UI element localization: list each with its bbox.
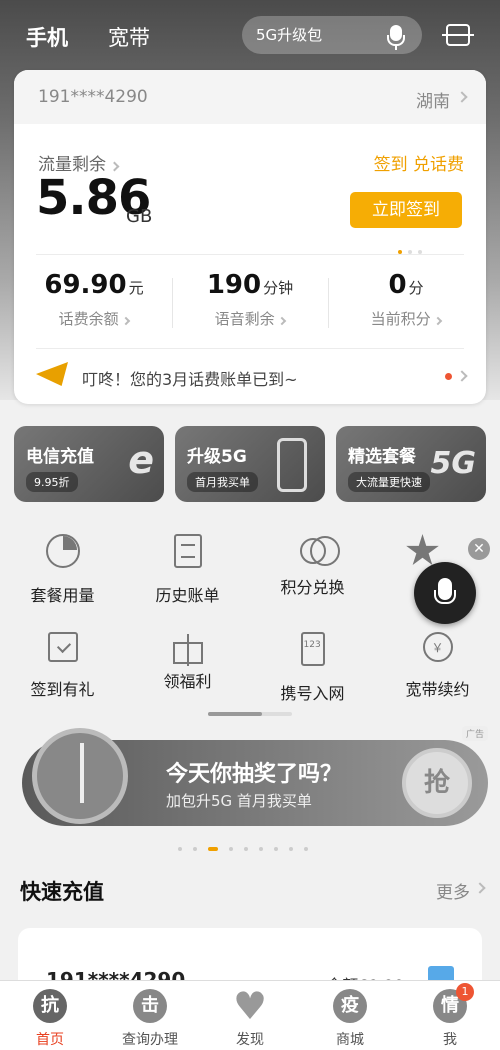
voice-assistant-button[interactable] <box>414 562 476 624</box>
account-card: 191****4290 湖南 流量剩余 5.86 GB 签到 兑话费 立即签到 … <box>14 70 486 404</box>
banner-upgrade-5g[interactable]: 升级5G 首月我买单 <box>175 426 325 502</box>
grid-item-plan-usage[interactable]: 套餐用量 <box>0 534 125 606</box>
divider <box>36 348 464 349</box>
notification-badge: 1 <box>456 983 474 1001</box>
grid-item-bill-history[interactable]: 历史账单 <box>125 534 250 606</box>
tab-discover[interactable]: 发现 <box>200 989 300 1049</box>
gift-icon <box>172 634 203 666</box>
5g-logo-icon: 5G <box>430 446 477 481</box>
tab-query[interactable]: 击查询办理 <box>100 989 200 1049</box>
coins-icon <box>299 536 340 566</box>
grid-item-checkin-gift[interactable]: 签到有礼 <box>0 632 125 700</box>
megaphone-icon <box>36 362 68 386</box>
lottery-promo[interactable]: 广告 今天你抽奖了吗？ 加包升5G 首月我买单 抢 <box>10 724 488 832</box>
ad-tag: 广告 <box>461 726 488 741</box>
grid-item-points-exchange[interactable]: 积分兑换 <box>250 534 375 598</box>
calendar-check-icon <box>47 632 78 662</box>
notice-text: 叮咚！您的3月话费账单已到~ <box>82 370 298 389</box>
heart-icon <box>233 989 267 1023</box>
tab-home[interactable]: 抗首页 <box>0 989 100 1049</box>
telecom-logo-icon: e <box>128 438 154 482</box>
home-icon: 抗 <box>33 989 67 1023</box>
stat-balance[interactable]: 69.90 元 话费余额 <box>16 270 172 329</box>
chevron-right-icon <box>456 370 468 382</box>
more-link[interactable]: 更多 <box>436 878 486 903</box>
broadband-renew-icon <box>422 632 453 662</box>
carousel-dots <box>392 239 422 258</box>
grid-item-benefits[interactable]: 领福利 <box>125 632 250 692</box>
account-header[interactable]: 191****4290 湖南 <box>14 70 486 124</box>
bottom-tab-bar: 抗首页 击查询办理 发现 疫商城 情我1 <box>0 980 500 1050</box>
search-placeholder: 5G升级包 <box>256 26 323 44</box>
grid-item-broadband-renew[interactable]: 宽带续约 <box>375 632 500 700</box>
query-icon: 击 <box>133 989 167 1023</box>
prize-wheel-icon <box>32 728 128 824</box>
banner-recharge[interactable]: 电信充值 9.95折 e <box>14 426 164 502</box>
bill-icon <box>173 534 202 568</box>
stat-points[interactable]: 0分 当前积分 <box>328 270 484 329</box>
tab-phone[interactable]: 手机 <box>26 22 68 52</box>
sign-label[interactable]: 签到 兑话费 <box>374 150 464 175</box>
sim-card-icon <box>300 632 325 666</box>
bill-notice[interactable]: 叮咚！您的3月话费账单已到~ <box>36 360 468 394</box>
grid-item-number-port[interactable]: 携号入网 <box>250 632 375 704</box>
tab-me[interactable]: 情我1 <box>400 983 500 1049</box>
flow-unit: GB <box>126 206 153 227</box>
grab-button[interactable]: 抢 <box>402 748 472 818</box>
quick-recharge-title: 快速充值 <box>20 880 104 904</box>
promo-title: 今天你抽奖了吗？ <box>166 762 343 787</box>
tab-broadband[interactable]: 宽带 <box>108 22 150 52</box>
divider <box>36 254 464 255</box>
chevron-right-icon <box>474 882 486 894</box>
scan-icon[interactable] <box>442 24 474 46</box>
promo-subtitle: 加包升5G 首月我买单 <box>166 792 312 810</box>
close-icon[interactable]: ✕ <box>468 538 490 560</box>
sign-in-button[interactable]: 立即签到 <box>350 192 462 228</box>
promo-carousel-dots <box>178 836 319 855</box>
stat-voice[interactable]: 190 分钟 语音剩余 <box>172 270 328 329</box>
mall-icon: 疫 <box>333 989 367 1023</box>
tab-mall[interactable]: 疫商城 <box>300 989 400 1049</box>
microphone-icon[interactable] <box>387 25 405 50</box>
phone-number: 191****4290 <box>38 87 148 107</box>
search-bar[interactable]: 5G升级包 <box>242 16 422 54</box>
top-nav: 手机 宽带 5G升级包 <box>0 14 500 58</box>
microphone-icon <box>434 578 456 604</box>
phone-icon <box>277 438 307 492</box>
chevron-right-icon <box>456 91 468 103</box>
banner-plans[interactable]: 精选套餐 大流量更快速 5G <box>336 426 486 502</box>
grid-scroll-indicator <box>208 712 292 716</box>
pie-chart-icon <box>45 534 80 568</box>
unread-dot <box>445 373 452 380</box>
region: 湖南 <box>416 92 450 112</box>
